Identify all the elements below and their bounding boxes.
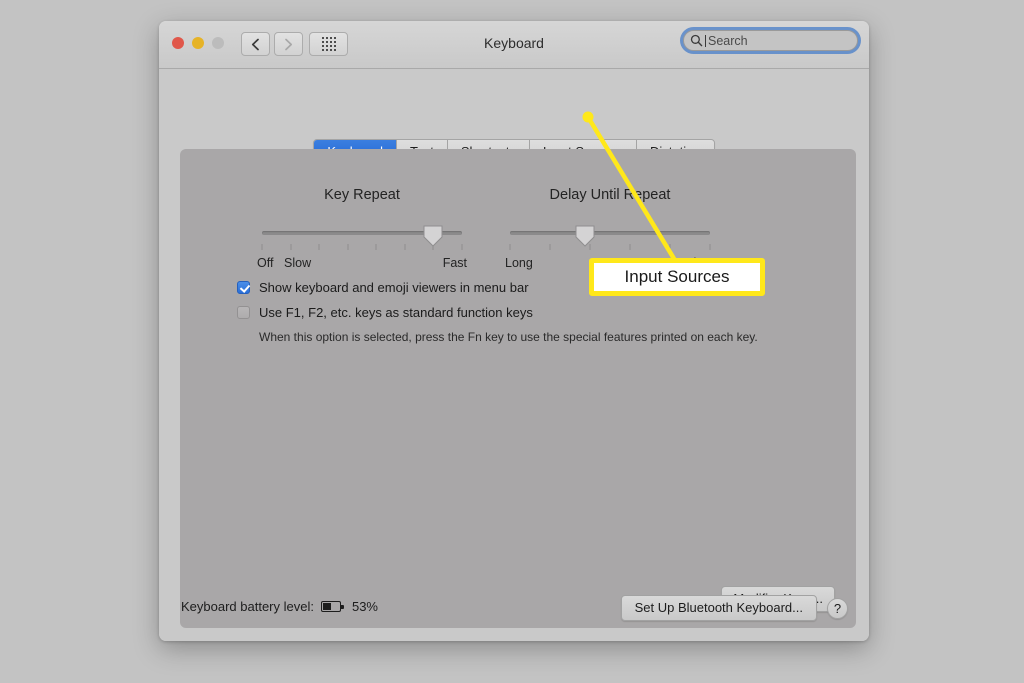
delay-until-repeat-slider[interactable] — [502, 222, 718, 256]
battery-percent: 53% — [351, 599, 378, 614]
window-titlebar: Keyboard — [159, 21, 869, 69]
delay-thumb[interactable] — [575, 225, 596, 247]
search-input[interactable] — [708, 33, 851, 48]
text-caret — [705, 34, 706, 47]
key-repeat-label-slow: Slow — [284, 256, 312, 270]
window-body: Keyboard Text Shortcuts Input Sources Di… — [159, 69, 869, 641]
slider-thumb-icon — [423, 225, 443, 247]
delay-ticks — [509, 244, 711, 250]
battery-label: Keyboard battery level: — [181, 599, 314, 614]
key-repeat-labels: Off Slow Fast — [254, 256, 470, 272]
key-repeat-slider[interactable] — [254, 222, 470, 256]
help-button[interactable]: ? — [827, 597, 848, 619]
key-repeat-label-off: Off — [257, 256, 274, 270]
search-field[interactable] — [683, 30, 858, 51]
checkbox-function-keys-label: Use F1, F2, etc. keys as standard functi… — [259, 305, 533, 320]
checkbox-show-viewers-label: Show keyboard and emoji viewers in menu … — [259, 280, 529, 295]
battery-icon — [320, 601, 344, 612]
checkbox-row-show-viewers[interactable]: Show keyboard and emoji viewers in menu … — [237, 279, 837, 296]
delay-until-repeat-slider-group: Delay Until Repeat Long Short — [502, 187, 718, 272]
checkbox-row-function-keys[interactable]: Use F1, F2, etc. keys as standard functi… — [237, 304, 837, 321]
key-repeat-title: Key Repeat — [324, 187, 400, 203]
window-footer: Keyboard battery level: 53% Set Up Bluet… — [159, 580, 869, 641]
footer-actions: Set Up Bluetooth Keyboard... ? — [620, 595, 848, 621]
keyboard-preferences-window: Keyboard Keyboard Text Shortcuts Input S… — [159, 21, 869, 641]
delay-labels: Long Short — [502, 256, 718, 272]
slider-thumb-icon — [575, 225, 595, 247]
key-repeat-thumb[interactable] — [423, 225, 444, 247]
checkbox-show-viewers[interactable] — [237, 281, 250, 294]
checkbox-group: Show keyboard and emoji viewers in menu … — [237, 279, 837, 345]
delay-until-repeat-title: Delay Until Repeat — [549, 187, 671, 203]
delay-label-long: Long — [505, 256, 533, 270]
set-up-bluetooth-keyboard-button[interactable]: Set Up Bluetooth Keyboard... — [620, 595, 817, 621]
search-icon — [690, 34, 703, 47]
delay-track — [510, 231, 710, 235]
battery-fill — [322, 603, 332, 610]
keyboard-settings-panel: Key Repeat Off Slow Fast Delay Until Rep… — [180, 149, 856, 628]
function-keys-help-text: When this option is selected, press the … — [259, 330, 758, 344]
battery-nub — [341, 605, 344, 609]
key-repeat-slider-group: Key Repeat Off Slow Fast — [254, 187, 470, 272]
checkbox-function-keys[interactable] — [237, 306, 250, 319]
delay-label-short: Short — [685, 256, 715, 270]
key-repeat-label-fast: Fast — [442, 256, 467, 270]
keyboard-battery-status: Keyboard battery level: 53% — [181, 599, 378, 614]
